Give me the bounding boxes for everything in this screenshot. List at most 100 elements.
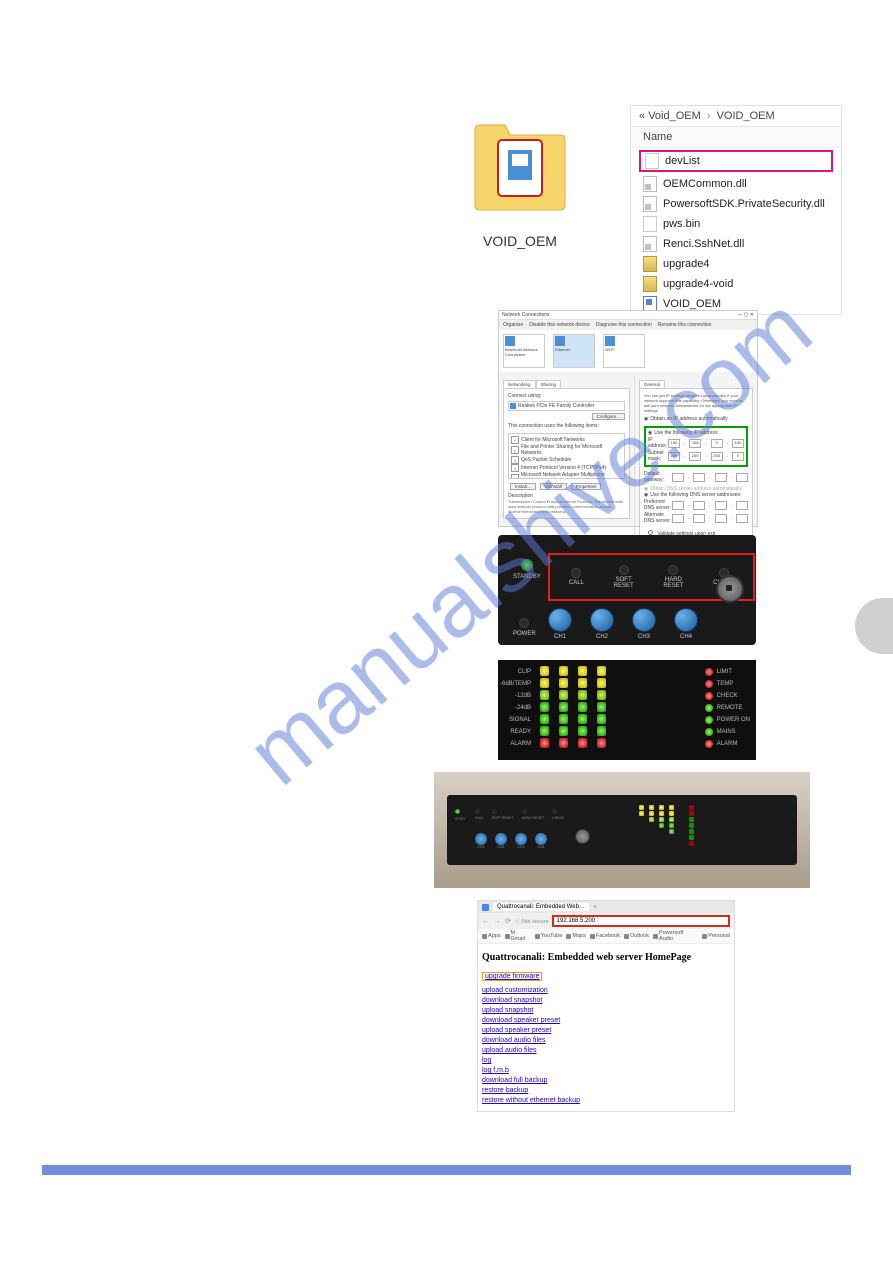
- protocol-item[interactable]: Microsoft Network Adapter Multiplexor Pr…: [511, 472, 622, 479]
- link-upload-speaker-preset[interactable]: upload speaker preset: [482, 1027, 730, 1034]
- meter-channel-2: [559, 666, 568, 754]
- standby-led-icon: [521, 559, 533, 571]
- properties-button[interactable]: Properties: [571, 483, 602, 490]
- protocol-list[interactable]: Client for Microsoft NetworksFile and Pr…: [508, 433, 625, 479]
- page-side-tab[interactable]: [855, 598, 893, 654]
- breadcrumb[interactable]: « Void_OEM › VOID_OEM: [631, 106, 841, 127]
- uninstall-button[interactable]: Uninstall: [540, 483, 567, 490]
- install-button[interactable]: Install...: [510, 483, 536, 490]
- device-btn-call: CALL: [475, 809, 484, 820]
- new-tab-button[interactable]: +: [593, 904, 597, 911]
- manual-ip-highlight: Use the following IP address: IP address…: [644, 426, 748, 467]
- toolbar-organize[interactable]: Organize: [503, 322, 523, 328]
- breadcrumb-separator: ›: [707, 110, 711, 122]
- dll-file-icon: [643, 236, 657, 252]
- tab-general[interactable]: General: [639, 380, 665, 388]
- toolbar-rename[interactable]: Rename this connection: [658, 322, 712, 328]
- breadcrumb-back[interactable]: «: [639, 110, 645, 122]
- bookmark-outlook[interactable]: Outlook: [624, 930, 649, 942]
- protocol-item[interactable]: File and Printer Sharing for Microsoft N…: [511, 444, 622, 456]
- meter-label: -6dB/TEMP: [500, 678, 534, 690]
- link-restore-without-ethernet-backup[interactable]: restore without ethernet backup: [482, 1097, 730, 1104]
- protocol-item[interactable]: QoS Packet Scheduler: [511, 456, 622, 464]
- file-row-upgrade4-void[interactable]: upgrade4-void: [631, 274, 841, 294]
- subnet-field[interactable]: 255.255.255.0: [668, 452, 744, 461]
- reload-button[interactable]: ⟳: [504, 917, 512, 925]
- toolbar-disable[interactable]: Disable this network device: [529, 322, 590, 328]
- link-upgrade-firmware[interactable]: upgrade firmware: [482, 972, 542, 981]
- alt-dns-field[interactable]: ...: [672, 514, 748, 523]
- device-meter-ch4: [669, 805, 674, 859]
- device-meter-ch3: [659, 805, 664, 859]
- tab-networking[interactable]: Networking: [503, 380, 536, 388]
- protocol-item[interactable]: Internet Protocol Version 4 (TCP/IPv4): [511, 464, 622, 472]
- configure-button[interactable]: Configure...: [592, 413, 625, 420]
- meter-label: ALARM: [500, 738, 534, 750]
- link-restore-backup[interactable]: restore backup: [482, 1087, 730, 1094]
- adapter-wifi[interactable]: Wi-Fi: [603, 334, 645, 368]
- pref-dns-field[interactable]: ...: [672, 501, 748, 510]
- bookmark-m-gmail[interactable]: M Gmail: [505, 930, 531, 942]
- bookmark-icon: [624, 934, 629, 939]
- back-button[interactable]: ←: [482, 917, 490, 925]
- link-download-audio-files[interactable]: download audio files: [482, 1037, 730, 1044]
- column-header-name[interactable]: Name: [631, 127, 841, 148]
- ip-address-field[interactable]: 192.168.5.100: [668, 439, 744, 448]
- channel-knob-ch3[interactable]: CH3: [632, 608, 656, 640]
- file-row-devlist[interactable]: devList: [639, 150, 833, 172]
- link-log-f.m.b[interactable]: log f.m.b: [482, 1067, 730, 1074]
- channel-knob-ch4[interactable]: CH4: [674, 608, 698, 640]
- tab-sharing[interactable]: Sharing: [536, 380, 562, 388]
- browser-tab[interactable]: Quattrocanali: Embedded Web…: [493, 903, 589, 911]
- link-upload-audio-files[interactable]: upload audio files: [482, 1047, 730, 1054]
- keylock-small-icon: [575, 829, 590, 844]
- power-led-icon: [519, 618, 529, 628]
- adapter-ethernet[interactable]: Ethernet: [553, 334, 595, 368]
- forward-button[interactable]: →: [493, 917, 501, 925]
- file-row-powersoftsdk-privatesecurity-dll[interactable]: PowersoftSDK.PrivateSecurity.dll: [631, 194, 841, 214]
- file-row-pws-bin[interactable]: pws.bin: [631, 214, 841, 234]
- window-controls[interactable]: — ▢ ✕: [737, 312, 754, 318]
- hw-button-call[interactable]: CALL: [569, 568, 584, 586]
- hw-button-soft-reset[interactable]: SOFTRESET: [614, 565, 634, 589]
- button-led-icon: [668, 565, 678, 575]
- gateway-field[interactable]: ...: [672, 473, 748, 482]
- button-led-icon: [571, 568, 581, 578]
- bookmark-apps[interactable]: Apps: [482, 930, 501, 942]
- file-row-oemcommon-dll[interactable]: OEMCommon.dll: [631, 174, 841, 194]
- radio-manual-dns[interactable]: Use the following DNS server addresses:: [644, 492, 748, 498]
- dll-file-icon: [643, 176, 657, 192]
- security-indicator[interactable]: ⓘ Not secure: [515, 917, 549, 925]
- link-upload-customization[interactable]: upload customization: [482, 987, 730, 994]
- meter-label: -24dB: [500, 702, 534, 714]
- bookmark-facebook[interactable]: Facebook: [590, 930, 620, 942]
- device-knob-ch2: CH2: [495, 833, 507, 849]
- bookmark-personal[interactable]: Personal: [702, 930, 730, 942]
- meter-led-icon: [578, 666, 587, 676]
- link-upload-snapshot[interactable]: upload snapshot: [482, 1007, 730, 1014]
- channel-knob-ch2[interactable]: CH2: [590, 608, 614, 640]
- file-row-upgrade4[interactable]: upgrade4: [631, 254, 841, 274]
- breadcrumb-segment-1[interactable]: Void_OEM: [648, 110, 701, 122]
- file-row-renci-sshnet-dll[interactable]: Renci.SshNet.dll: [631, 234, 841, 254]
- url-field[interactable]: 192.168.5.200: [552, 915, 730, 927]
- bookmark-maps[interactable]: Maps: [566, 930, 585, 942]
- page-heading: Quattrocanali: Embedded web server HomeP…: [482, 952, 730, 963]
- channel-knob-ch1[interactable]: CH1: [548, 608, 572, 640]
- protocol-item[interactable]: Client for Microsoft Networks: [511, 436, 622, 444]
- breadcrumb-segment-2[interactable]: VOID_OEM: [717, 110, 775, 122]
- status-temp: TEMP: [705, 678, 750, 690]
- nic-icon: [510, 403, 516, 409]
- hw-button-hard-reset[interactable]: HARDRESET: [663, 565, 683, 589]
- bookmark-youtube[interactable]: YouTube: [535, 930, 563, 942]
- link-download-speaker-preset[interactable]: download speaker preset: [482, 1017, 730, 1024]
- link-log[interactable]: log: [482, 1057, 730, 1064]
- radio-manual-ip[interactable]: Use the following IP address:: [648, 430, 744, 436]
- link-download-full-backup[interactable]: download full backup: [482, 1077, 730, 1084]
- status-remote: REMOTE: [705, 702, 750, 714]
- toolbar-diagnose[interactable]: Diagnose this connection: [596, 322, 652, 328]
- link-download-snapshot[interactable]: download snapshot: [482, 997, 730, 1004]
- bookmark-powersoft-audio[interactable]: Powersoft Audio: [653, 930, 698, 942]
- adapter-bluetooth[interactable]: Bluetooth Network Connection: [503, 334, 545, 368]
- radio-auto-ip[interactable]: Obtain an IP address automatically: [644, 416, 748, 422]
